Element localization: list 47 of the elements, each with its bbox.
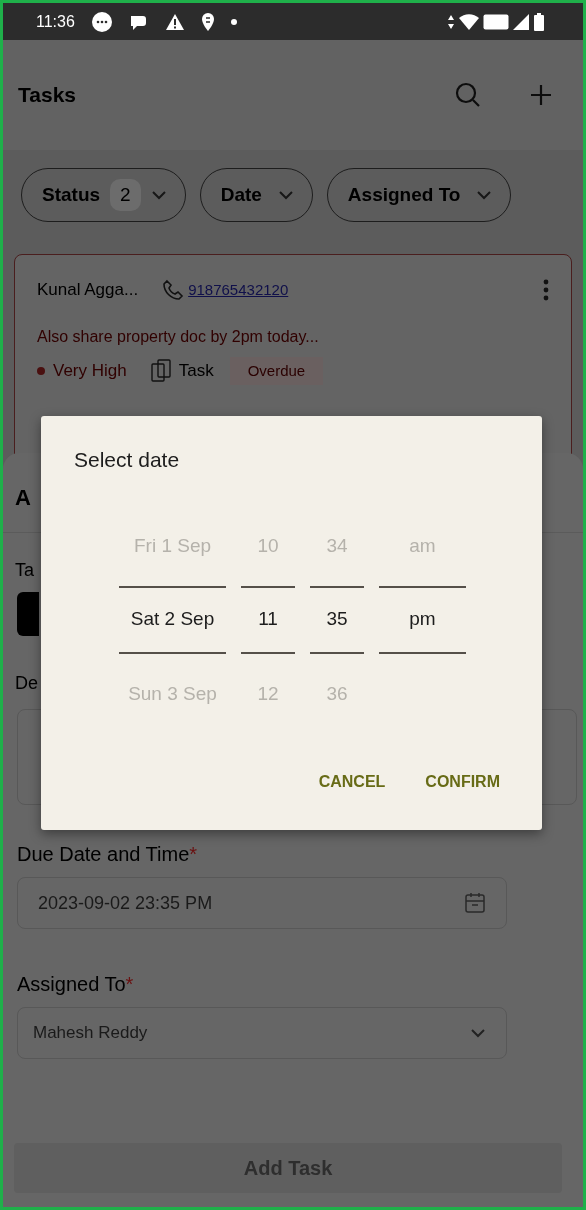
field-label: Assigned To* [16, 972, 135, 997]
picker-option[interactable]: Sun 3 Sep [119, 653, 226, 736]
picker-option[interactable]: 35 [310, 585, 364, 654]
assignee-select[interactable]: Mahesh Reddy [17, 1007, 507, 1059]
wifi-icon [459, 13, 479, 30]
phone-icon [162, 278, 185, 301]
data-arrows-icon [447, 13, 455, 30]
picker-option[interactable]: 12 [241, 653, 295, 736]
picker-option[interactable]: Sat 2 Sep [119, 585, 226, 654]
battery-icon [533, 12, 545, 31]
dialog-button[interactable]: CANCEL [306, 763, 398, 800]
status-tag: Overdue [229, 356, 324, 385]
chevron-down-icon [277, 190, 294, 200]
field-label: Ta [15, 559, 34, 582]
calendar-icon [464, 892, 486, 914]
plus-icon[interactable] [529, 83, 553, 107]
chevron-down-icon [476, 190, 493, 200]
required-mark: * [125, 973, 134, 995]
picker-option[interactable]: 36 [310, 653, 364, 736]
priority-label: Very High [53, 360, 127, 382]
more-icon[interactable] [543, 278, 549, 301]
task-note: Also share property doc by 2pm today... [37, 326, 320, 347]
status-time: 11:36 [36, 11, 75, 32]
page-title: Tasks [18, 82, 76, 109]
dot-icon [230, 18, 237, 25]
field-value: 2023-09-02 23:35 PM [38, 891, 213, 915]
picker-option[interactable]: 11 [241, 585, 295, 654]
task-type: Task [178, 360, 214, 382]
date-field[interactable]: 2023-09-02 23:35 PM [17, 877, 507, 929]
chevron-down-icon [470, 1028, 486, 1038]
phone-link[interactable]: 918765432120 [188, 278, 289, 301]
chevron-down-icon [150, 190, 167, 200]
priority-dot-icon [37, 366, 45, 375]
field-value: Mahesh Reddy [33, 1022, 148, 1045]
signal-icon [513, 13, 529, 30]
chat-bubble-icon [90, 10, 113, 33]
search-icon[interactable] [455, 82, 481, 108]
required-mark: * [189, 843, 198, 865]
dialog-button[interactable]: CONFIRM [413, 763, 512, 800]
field-label: Due Date and Time* [16, 842, 199, 867]
app-icon [200, 11, 215, 32]
count-badge: 2 [110, 178, 141, 212]
clipboard-icon [150, 358, 171, 383]
picker-option[interactable]: pm [379, 585, 466, 654]
field-label: De [15, 672, 38, 695]
warning-icon [164, 12, 185, 31]
contact-name: Kunal Agga... [37, 279, 139, 301]
